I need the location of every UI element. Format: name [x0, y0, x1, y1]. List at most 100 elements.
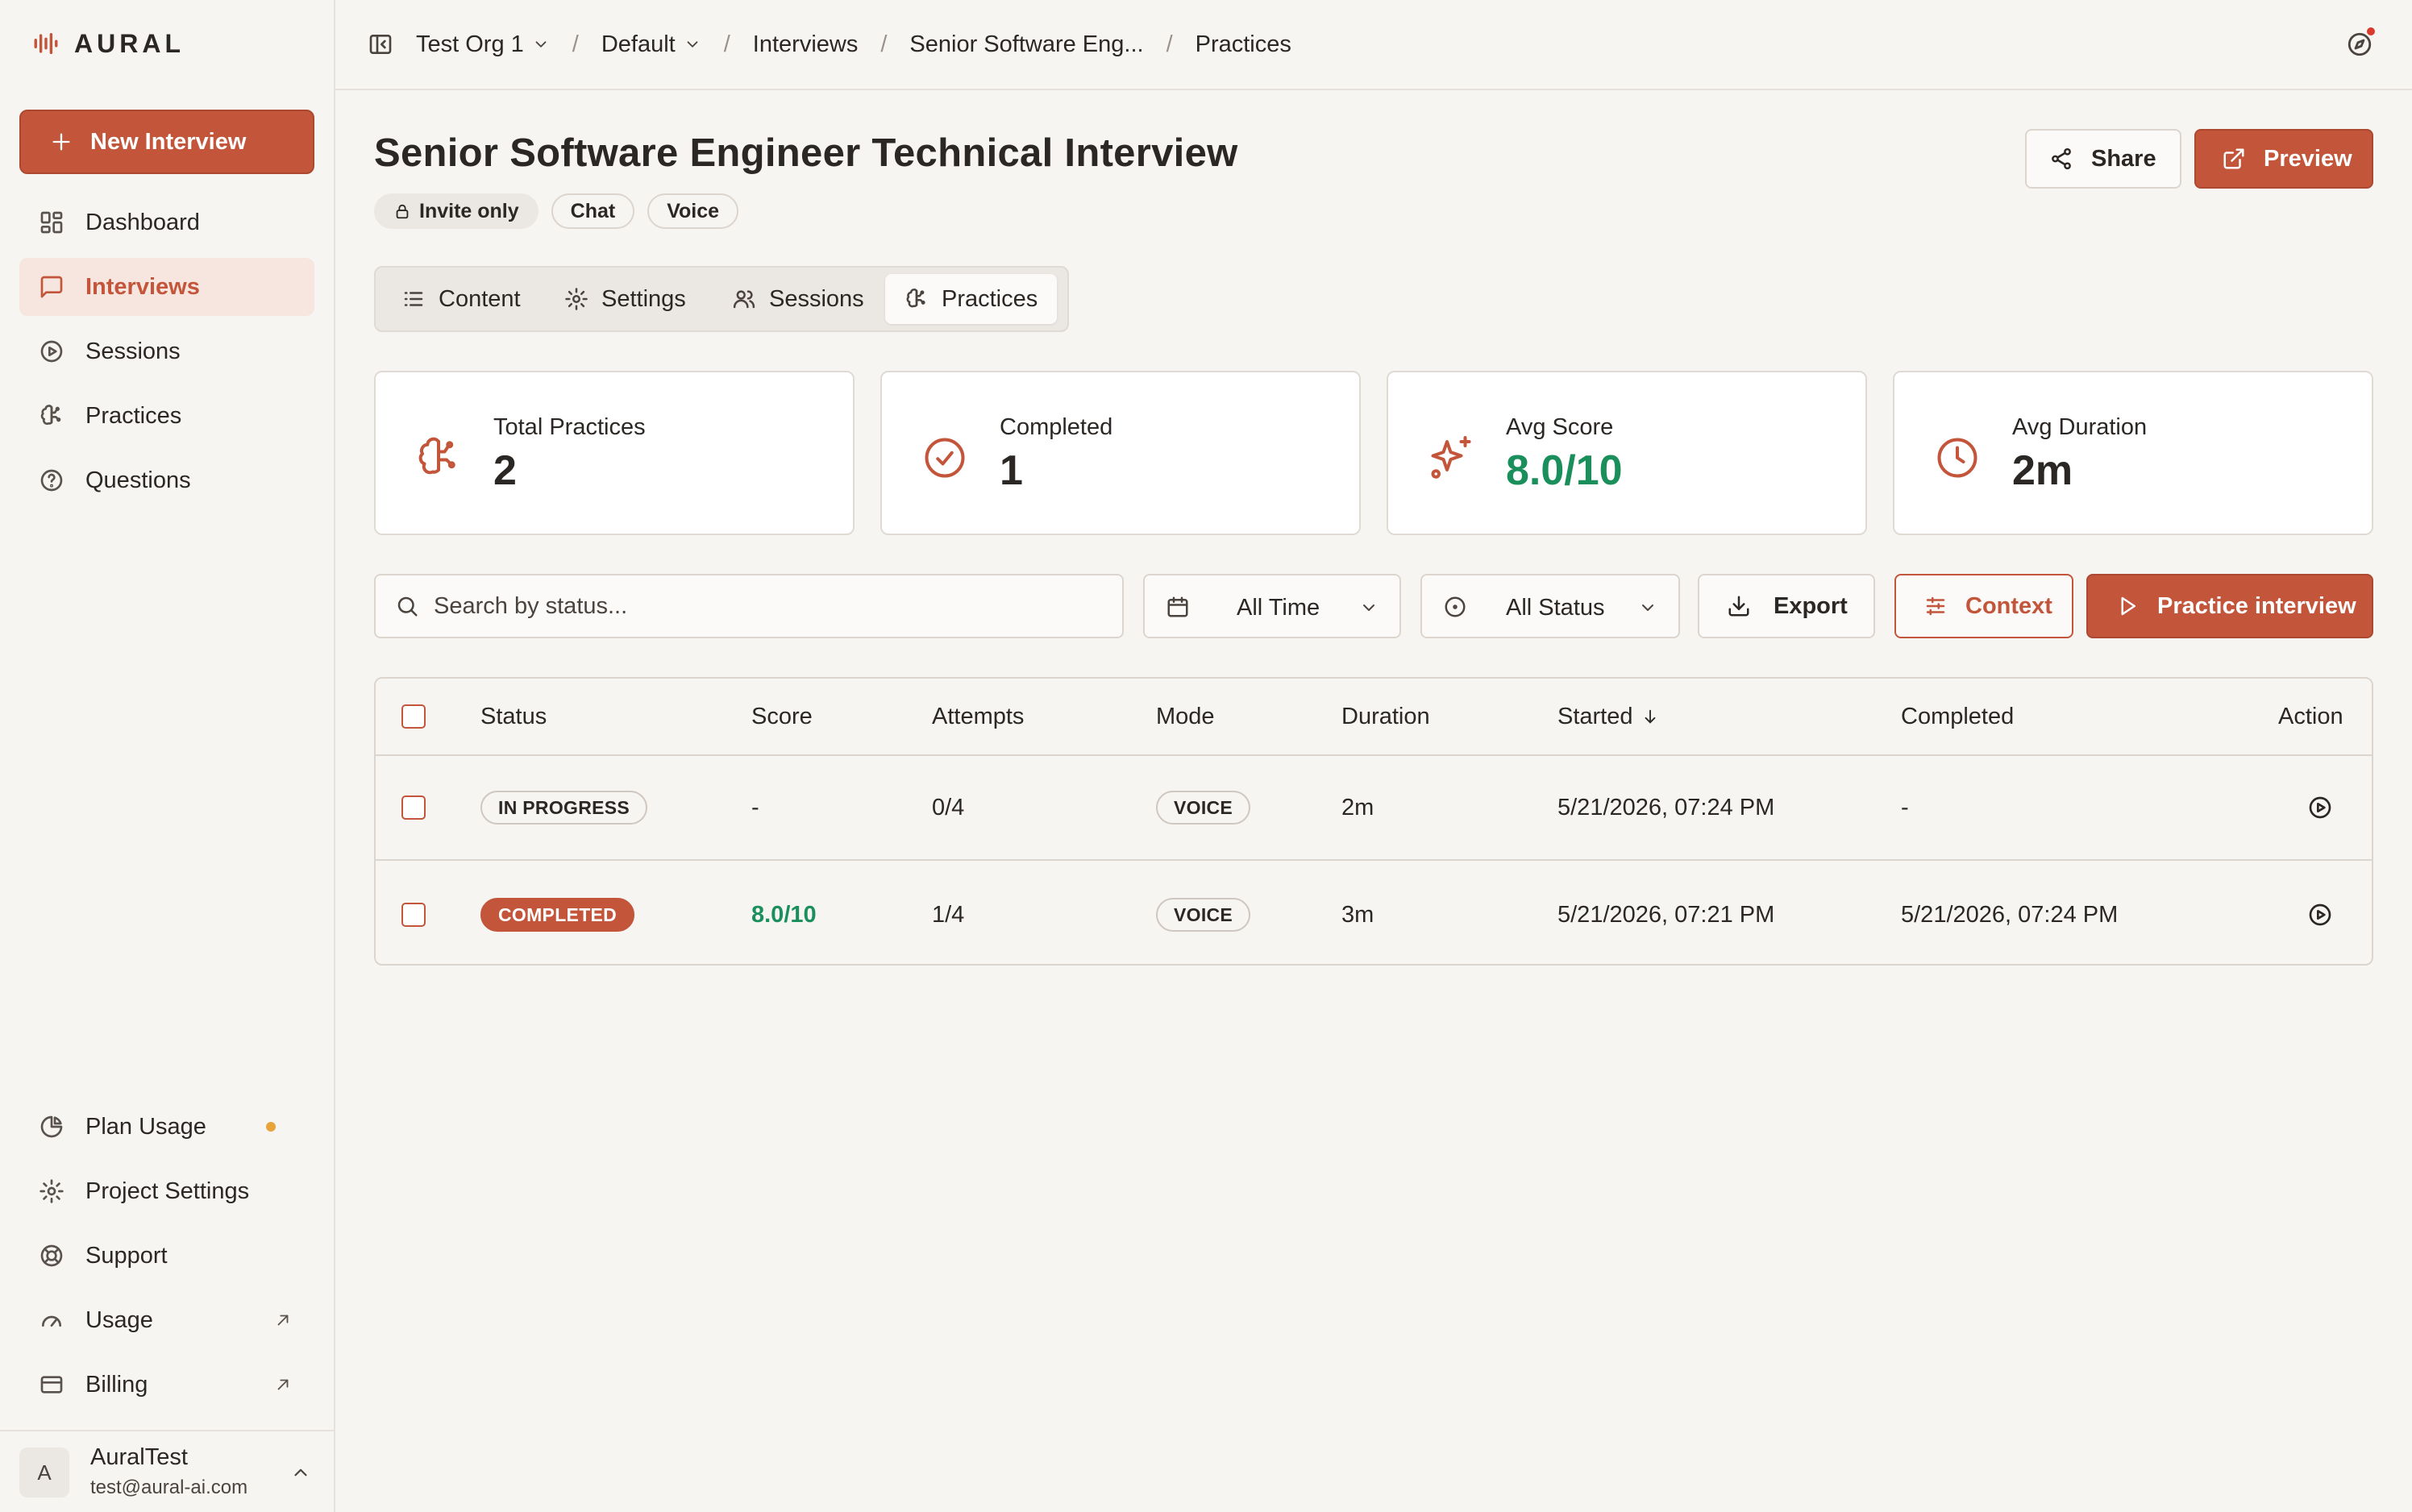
export-label: Export	[1774, 592, 1848, 619]
play-circle-icon[interactable]	[2307, 795, 2333, 820]
breadcrumb-project-label: Default	[601, 31, 676, 57]
sidebar-item-practices[interactable]: Practices	[19, 387, 314, 445]
tag-label: Invite only	[419, 199, 519, 222]
user-email: test@aural-ai.com	[90, 1477, 248, 1498]
preview-label: Preview	[2264, 145, 2352, 172]
select-all-checkbox[interactable]	[401, 704, 426, 729]
stat-card-avg-score: Avg Score 8.0/10	[1387, 371, 1867, 535]
breadcrumb-interviews[interactable]: Interviews	[753, 31, 859, 58]
column-header-status[interactable]: Status	[480, 679, 547, 754]
breadcrumb-org[interactable]: Test Org 1	[416, 31, 550, 58]
context-button[interactable]: Context	[1894, 574, 2073, 638]
play-circle-icon[interactable]	[2307, 902, 2333, 928]
breadcrumb-separator: /	[723, 31, 730, 57]
new-interview-button[interactable]: New Interview	[19, 110, 314, 174]
tab-practices[interactable]: Practices	[885, 274, 1058, 324]
external-arrow-icon	[277, 1379, 289, 1390]
column-header-started[interactable]: Started	[1557, 679, 1659, 754]
practice-interview-label: Practice interview	[2157, 592, 2356, 619]
table-row[interactable]: COMPLETED 8.0/10 1/4 VOICE 3m 5/21/2026,…	[376, 862, 2372, 967]
breadcrumb-current: Practices	[1195, 31, 1291, 57]
table-header: Status Score Attempts Mode Duration Star…	[376, 679, 2372, 756]
list-icon	[404, 292, 423, 306]
top-bar: Test Org 1 / Default / Interviews / Seni…	[335, 0, 2412, 90]
stat-value: 1	[1000, 447, 1023, 494]
user-menu[interactable]: A AuralTest test@aural-ai.com	[0, 1430, 334, 1512]
user-name: AuralTest	[90, 1444, 188, 1470]
context-label: Context	[1965, 592, 2052, 619]
sidebar-item-project-settings[interactable]: Project Settings	[19, 1162, 314, 1220]
tab-sessions[interactable]: Sessions	[713, 274, 884, 324]
column-header-label: Started	[1557, 703, 1633, 729]
logo[interactable]: AURAL	[32, 27, 185, 60]
sidebar-item-plan-usage[interactable]: Plan Usage	[19, 1098, 314, 1156]
external-arrow-icon	[277, 1315, 289, 1326]
sidebar-item-label: Interviews	[85, 273, 200, 300]
sidebar-item-interviews[interactable]: Interviews	[19, 258, 314, 316]
status-cell: COMPLETED	[480, 862, 635, 967]
chevron-down-icon	[687, 41, 698, 48]
sidebar-item-questions[interactable]: Questions	[19, 451, 314, 509]
table-row[interactable]: IN PROGRESS - 0/4 VOICE 2m 5/21/2026, 07…	[376, 756, 2372, 861]
sidebar-item-usage[interactable]: Usage	[19, 1291, 314, 1349]
row-checkbox[interactable]	[401, 903, 426, 927]
started-cell: 5/21/2026, 07:21 PM	[1557, 901, 1775, 928]
column-header-duration[interactable]: Duration	[1341, 679, 1430, 754]
sidebar: AURAL New Interview Dashboard Interviews…	[0, 0, 335, 1512]
export-button[interactable]: Export	[1698, 574, 1875, 638]
search-input[interactable]	[434, 592, 1095, 620]
status-cell: IN PROGRESS	[480, 756, 648, 859]
sidebar-item-dashboard[interactable]: Dashboard	[19, 193, 314, 251]
preview-button[interactable]: Preview	[2194, 129, 2373, 189]
duration-cell: 2m	[1341, 794, 1374, 820]
share-button[interactable]: Share	[2025, 129, 2181, 189]
score-cell: -	[751, 794, 759, 820]
stat-label: Avg Duration	[2012, 414, 2148, 440]
sidebar-item-sessions[interactable]: Sessions	[19, 322, 314, 380]
stat-card-avg-duration: Avg Duration 2m	[1893, 371, 2373, 535]
tab-settings[interactable]: Settings	[545, 274, 705, 324]
column-header-attempts[interactable]: Attempts	[932, 679, 1024, 754]
stat-label: Total Practices	[493, 414, 646, 440]
column-header-completed[interactable]: Completed	[1901, 679, 2014, 754]
avatar: A	[19, 1448, 69, 1497]
notification-dot	[2365, 26, 2377, 37]
interview-tags: Invite only Chat Voice	[374, 193, 739, 229]
share-label: Share	[2091, 145, 2156, 172]
check-circle-icon	[925, 438, 965, 478]
stat-value: 8.0/10	[1506, 447, 1623, 494]
tag-chat: Chat	[551, 193, 635, 229]
practice-interview-button[interactable]: Practice interview	[2086, 574, 2373, 638]
stat-value: 2	[493, 447, 517, 494]
time-range-value: All Time	[1237, 595, 1320, 621]
sidebar-toggle-icon[interactable]	[368, 31, 393, 57]
tab-content[interactable]: Content	[382, 274, 540, 324]
chevron-down-icon	[535, 41, 547, 48]
breadcrumb-interview[interactable]: Senior Software Eng...	[909, 31, 1143, 58]
attempts-cell: 1/4	[932, 901, 965, 928]
sliders-icon	[1926, 596, 1945, 616]
search-icon	[397, 596, 418, 617]
status-badge: IN PROGRESS	[480, 791, 648, 825]
time-range-select[interactable]: All Time	[1143, 574, 1401, 638]
sparkle-icon	[1431, 436, 1471, 479]
notification-dot	[266, 1122, 276, 1132]
row-checkbox[interactable]	[401, 795, 426, 820]
sidebar-item-label: Questions	[85, 467, 191, 493]
help-circle-icon	[40, 469, 63, 492]
chevron-down-icon	[1642, 604, 1653, 611]
status-select[interactable]: All Status	[1420, 574, 1680, 638]
sidebar-item-support[interactable]: Support	[19, 1227, 314, 1285]
search-box[interactable]	[374, 574, 1124, 638]
action-cell	[2307, 756, 2333, 859]
plus-icon	[52, 133, 70, 151]
share-icon	[2052, 147, 2071, 170]
sidebar-item-billing[interactable]: Billing	[19, 1356, 314, 1414]
column-header-score[interactable]: Score	[751, 679, 813, 754]
sidebar-item-label: Support	[85, 1242, 168, 1269]
breadcrumb-project[interactable]: Default	[601, 31, 701, 58]
page-title: Senior Software Engineer Technical Inter…	[374, 131, 1238, 175]
breadcrumb-org-label: Test Org 1	[416, 31, 524, 57]
users-icon	[733, 290, 755, 309]
column-header-mode[interactable]: Mode	[1156, 679, 1215, 754]
